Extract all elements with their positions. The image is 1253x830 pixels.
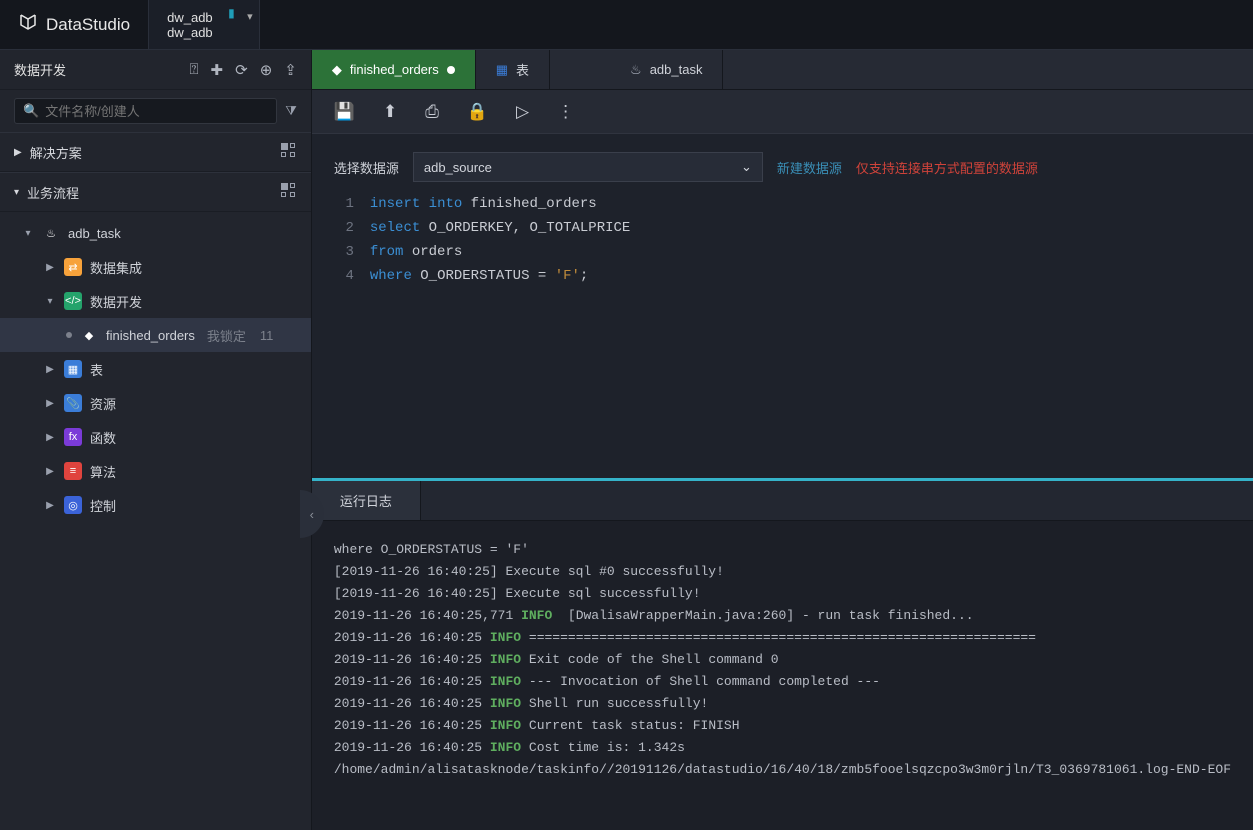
tree-item-dev[interactable]: ▾ </> 数据开发 (0, 284, 311, 318)
tree-item-integration[interactable]: ▶ ⇄ 数据集成 (0, 250, 311, 284)
import-icon[interactable]: ⇪ (284, 61, 297, 79)
section-solution[interactable]: ▶解决方案 (0, 132, 311, 172)
save-button[interactable]: 💾 (334, 102, 355, 122)
algorithm-icon: ≡ (64, 462, 82, 480)
chevron-right-icon: ▶ (44, 364, 56, 375)
submit-button[interactable]: ⬆ (383, 102, 397, 122)
workspace-line2: dw_adb (167, 25, 213, 40)
lock-button[interactable]: 🔒 (467, 102, 488, 122)
section-flow[interactable]: ▾业务流程 (0, 172, 311, 212)
chevron-down-icon[interactable]: ▾ (247, 10, 253, 23)
sidebar: 数据开发 ⍰ ✚ ⟳ ⊕ ⇪ 🔍 ⧩ ▶解决方案 ▾业务流程 (0, 50, 312, 830)
bookmark-icon[interactable]: ▮ (228, 6, 235, 20)
datasource-warning: 仅支持连接串方式配置的数据源 (856, 158, 1038, 177)
datasource-select[interactable]: adb_source ⌄ (413, 152, 763, 182)
table-icon: ▦ (64, 360, 82, 378)
locate-icon[interactable]: ⊕ (260, 61, 273, 79)
flow-icon: ♨ (630, 62, 642, 78)
datasource-row: 选择数据源 adb_source ⌄ 新建数据源 仅支持连接串方式配置的数据源 (312, 134, 1253, 188)
resource-icon: 📎 (64, 394, 82, 412)
chevron-right-icon: ▶ (44, 432, 56, 443)
line-gutter: 1234 (312, 192, 370, 478)
tab-finished-orders[interactable]: ◆ finished_orders (312, 50, 476, 89)
publish-button[interactable]: ⎙ (425, 102, 439, 122)
logo-icon (18, 12, 38, 37)
chevron-down-icon: ▾ (22, 228, 34, 239)
tab-table[interactable]: ▦ 表 (476, 50, 550, 89)
code-editor[interactable]: 1234 insert into finished_ordersselect O… (312, 188, 1253, 478)
tree-task[interactable]: ▾ ♨ adb_task (0, 216, 311, 250)
tree-item-function[interactable]: ▶ fx 函数 (0, 420, 311, 454)
tree-file-finished-orders[interactable]: ◆ finished_orders 我锁定 11 (0, 318, 311, 352)
tree-item-algo[interactable]: ▶ ≡ 算法 (0, 454, 311, 488)
topbar: DataStudio dw_adb dw_adb ▮ ▾ (0, 0, 1253, 50)
chevron-right-icon: ▶ (44, 262, 56, 273)
chevron-down-icon: ▾ (14, 187, 19, 198)
workspace-tab[interactable]: dw_adb dw_adb ▮ ▾ (148, 0, 260, 49)
log-tabstrip: 运行日志 (312, 478, 1253, 521)
search-input[interactable] (45, 104, 268, 119)
run-button[interactable]: ▷ (516, 102, 529, 122)
tree-item-table[interactable]: ▶ ▦ 表 (0, 352, 311, 386)
sidebar-title: 数据开发 (14, 60, 66, 79)
code-body[interactable]: insert into finished_ordersselect O_ORDE… (370, 192, 1253, 478)
flow-icon: ♨ (42, 224, 60, 242)
app-title: DataStudio (46, 15, 130, 35)
more-button[interactable]: ⋮ (557, 102, 574, 122)
editor-tabs: ◆ finished_orders ▦ 表 ♨ adb_task (312, 50, 1253, 90)
chevron-right-icon: ▶ (44, 398, 56, 409)
new-file-icon[interactable]: ✚ (211, 61, 224, 79)
control-icon: ◎ (64, 496, 82, 514)
node-icon: ◆ (332, 62, 342, 78)
tree-item-control[interactable]: ▶ ◎ 控制 (0, 488, 311, 522)
tab-adb-task[interactable]: ♨ adb_task (610, 50, 723, 89)
dirty-indicator (447, 66, 455, 74)
sidebar-search: 🔍 ⧩ (0, 90, 311, 132)
refresh-icon[interactable]: ⟳ (235, 61, 248, 79)
integration-icon: ⇄ (64, 258, 82, 276)
datasource-label: 选择数据源 (334, 158, 399, 177)
grid-icon[interactable] (281, 183, 297, 202)
chevron-down-icon: ▾ (44, 296, 56, 307)
node-icon: ◆ (80, 326, 98, 344)
dev-icon: </> (64, 292, 82, 310)
chevron-right-icon: ▶ (44, 500, 56, 511)
chevron-down-icon: ⌄ (741, 159, 752, 175)
editor-toolbar: 💾 ⬆ ⎙ 🔒 ▷ ⋮ (312, 90, 1253, 134)
chevron-right-icon: ▶ (14, 147, 22, 158)
sidebar-tree: ▾ ♨ adb_task ▶ ⇄ 数据集成 ▾ </> 数据开发 ◆ finis… (0, 212, 311, 526)
new-datasource-link[interactable]: 新建数据源 (777, 158, 842, 177)
dot-icon (66, 332, 72, 338)
log-output[interactable]: where O_ORDERSTATUS = 'F'[2019-11-26 16:… (312, 521, 1253, 830)
search-icon: 🔍 (23, 103, 39, 119)
chevron-right-icon: ▶ (44, 466, 56, 477)
user-add-icon[interactable]: ⍰ (190, 61, 199, 79)
function-icon: fx (64, 428, 82, 446)
grid-icon[interactable] (281, 143, 297, 162)
filter-icon[interactable]: ⧩ (285, 103, 297, 119)
log-tab-run[interactable]: 运行日志 (312, 481, 421, 520)
tree-item-resource[interactable]: ▶ 📎 资源 (0, 386, 311, 420)
app-logo: DataStudio (0, 12, 148, 37)
workspace-line1: dw_adb (167, 10, 213, 25)
sidebar-header: 数据开发 ⍰ ✚ ⟳ ⊕ ⇪ (0, 50, 311, 90)
editor-area: ‹ ◆ finished_orders ▦ 表 ♨ adb_task 💾 ⬆ ⎙… (312, 50, 1253, 830)
table-icon: ▦ (496, 62, 508, 78)
